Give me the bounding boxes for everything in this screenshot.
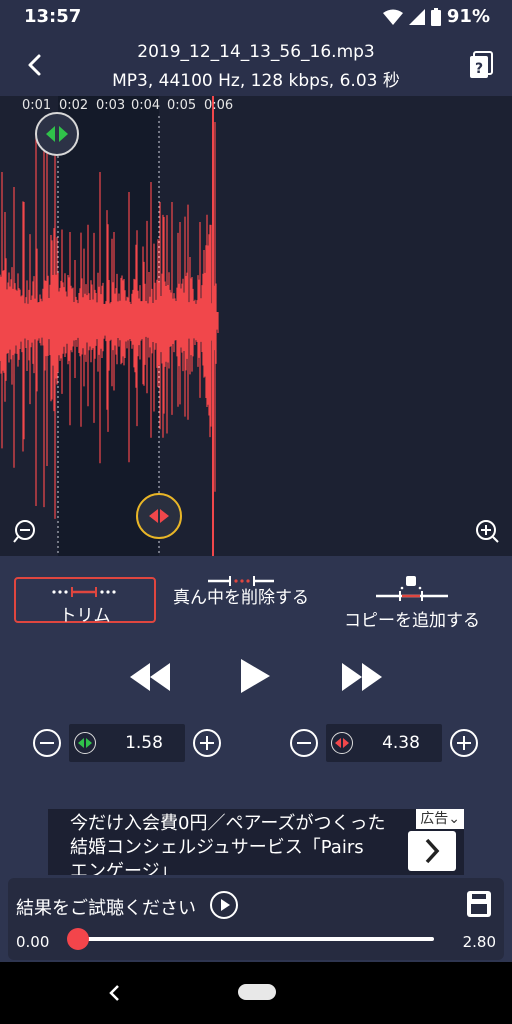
battery-percent: 91% xyxy=(446,6,490,27)
preview-current-time: 0.00 xyxy=(16,933,50,951)
start-handle-icon xyxy=(74,732,96,754)
add-copy-icon xyxy=(376,576,448,601)
end-time-field[interactable]: 4.38 xyxy=(326,724,442,762)
ad-line-2: 結婚コンシェルジュサービス「Pairs xyxy=(70,837,364,858)
start-time-field[interactable]: 1.58 xyxy=(69,724,185,762)
time-tick: 0:04 xyxy=(131,98,161,113)
status-right: 91% xyxy=(382,6,490,27)
wifi-icon xyxy=(382,9,403,25)
time-tick: 0:03 xyxy=(96,98,126,113)
start-increase-button[interactable] xyxy=(193,729,221,757)
chevron-down-icon: ⌄ xyxy=(448,811,460,827)
file-info: MP3, 44100 Hz, 128 kbps, 6.03 秒 xyxy=(112,71,400,91)
app-header: 2019_12_14_13_56_16.mp3 MP3, 44100 Hz, 1… xyxy=(0,34,512,96)
waveform-editor[interactable]: 0:01 0:02 0:03 0:04 0:05 0:06 xyxy=(0,96,512,556)
ad-banner[interactable]: 今だけ入会費0円／ペアーズがつくった 結婚コンシェルジュサービス「Pairs エ… xyxy=(48,809,464,875)
preview-player: 結果をご試聴ください 0.00 2.80 xyxy=(8,878,504,960)
status-bar: 13:57 91% xyxy=(0,0,512,34)
add-copy-label: コピーを追加する xyxy=(344,611,480,631)
remove-middle-label: 真ん中を削除する xyxy=(173,588,309,608)
start-arrows-icon xyxy=(46,126,68,142)
start-decrease-button[interactable] xyxy=(33,729,61,757)
time-tick: 0:06 xyxy=(204,98,234,113)
preview-seekbar[interactable] xyxy=(67,928,434,950)
file-title: 2019_12_14_13_56_16.mp3 xyxy=(137,42,375,62)
ad-badge[interactable]: 広告⌄ xyxy=(416,809,464,829)
ad-line-3: エンゲージ」 xyxy=(70,861,178,875)
trim-icon xyxy=(52,587,116,597)
signal-icon xyxy=(408,8,425,25)
battery-icon xyxy=(430,7,441,26)
start-time-value: 1.58 xyxy=(125,733,163,753)
ad-line-1: 今だけ入会費0円／ペアーズがつくった xyxy=(70,813,386,834)
end-time-value: 4.38 xyxy=(382,733,420,753)
status-time: 13:57 xyxy=(24,6,82,27)
nav-back-icon[interactable] xyxy=(104,982,124,1004)
system-nav-bar xyxy=(0,962,512,1024)
end-arrows-icon xyxy=(149,509,169,523)
play-icon[interactable] xyxy=(238,656,272,696)
end-handle[interactable] xyxy=(136,493,182,539)
time-tick: 0:05 xyxy=(167,98,197,113)
start-handle[interactable] xyxy=(35,112,79,156)
save-icon[interactable] xyxy=(466,890,492,918)
chevron-left-icon[interactable] xyxy=(20,50,50,80)
document-info-icon[interactable]: ? xyxy=(468,51,494,79)
preview-total-time: 2.80 xyxy=(462,933,496,951)
waveform xyxy=(0,96,219,556)
nav-home-pill[interactable] xyxy=(238,984,276,1000)
time-tick: 0:02 xyxy=(59,98,89,113)
chevron-right-icon xyxy=(425,838,440,864)
end-increase-button[interactable] xyxy=(450,729,478,757)
waveform-signal xyxy=(0,96,219,556)
trim-mode-button[interactable]: トリム xyxy=(14,577,156,626)
preview-label: 結果をご試聴ください xyxy=(16,898,196,919)
end-decrease-button[interactable] xyxy=(290,729,318,757)
ad-open-button[interactable] xyxy=(408,831,456,871)
add-copy-mode-button[interactable]: コピーを追加する xyxy=(334,574,490,631)
zoom-out-icon[interactable] xyxy=(12,518,38,544)
seekbar-thumb[interactable] xyxy=(67,928,89,950)
end-handle-icon xyxy=(331,732,353,754)
fast-forward-icon[interactable] xyxy=(338,660,386,694)
ad-badge-label: 広告 xyxy=(420,811,449,827)
time-tick: 0:01 xyxy=(22,98,52,113)
svg-text:?: ? xyxy=(475,61,483,77)
zoom-in-icon[interactable] xyxy=(474,518,500,544)
trim-label: トリム xyxy=(59,606,111,626)
rewind-icon[interactable] xyxy=(126,660,174,694)
play-icon xyxy=(221,899,230,911)
remove-middle-mode-button[interactable]: 真ん中を削除する xyxy=(172,574,310,634)
preview-play-button[interactable] xyxy=(210,891,238,919)
